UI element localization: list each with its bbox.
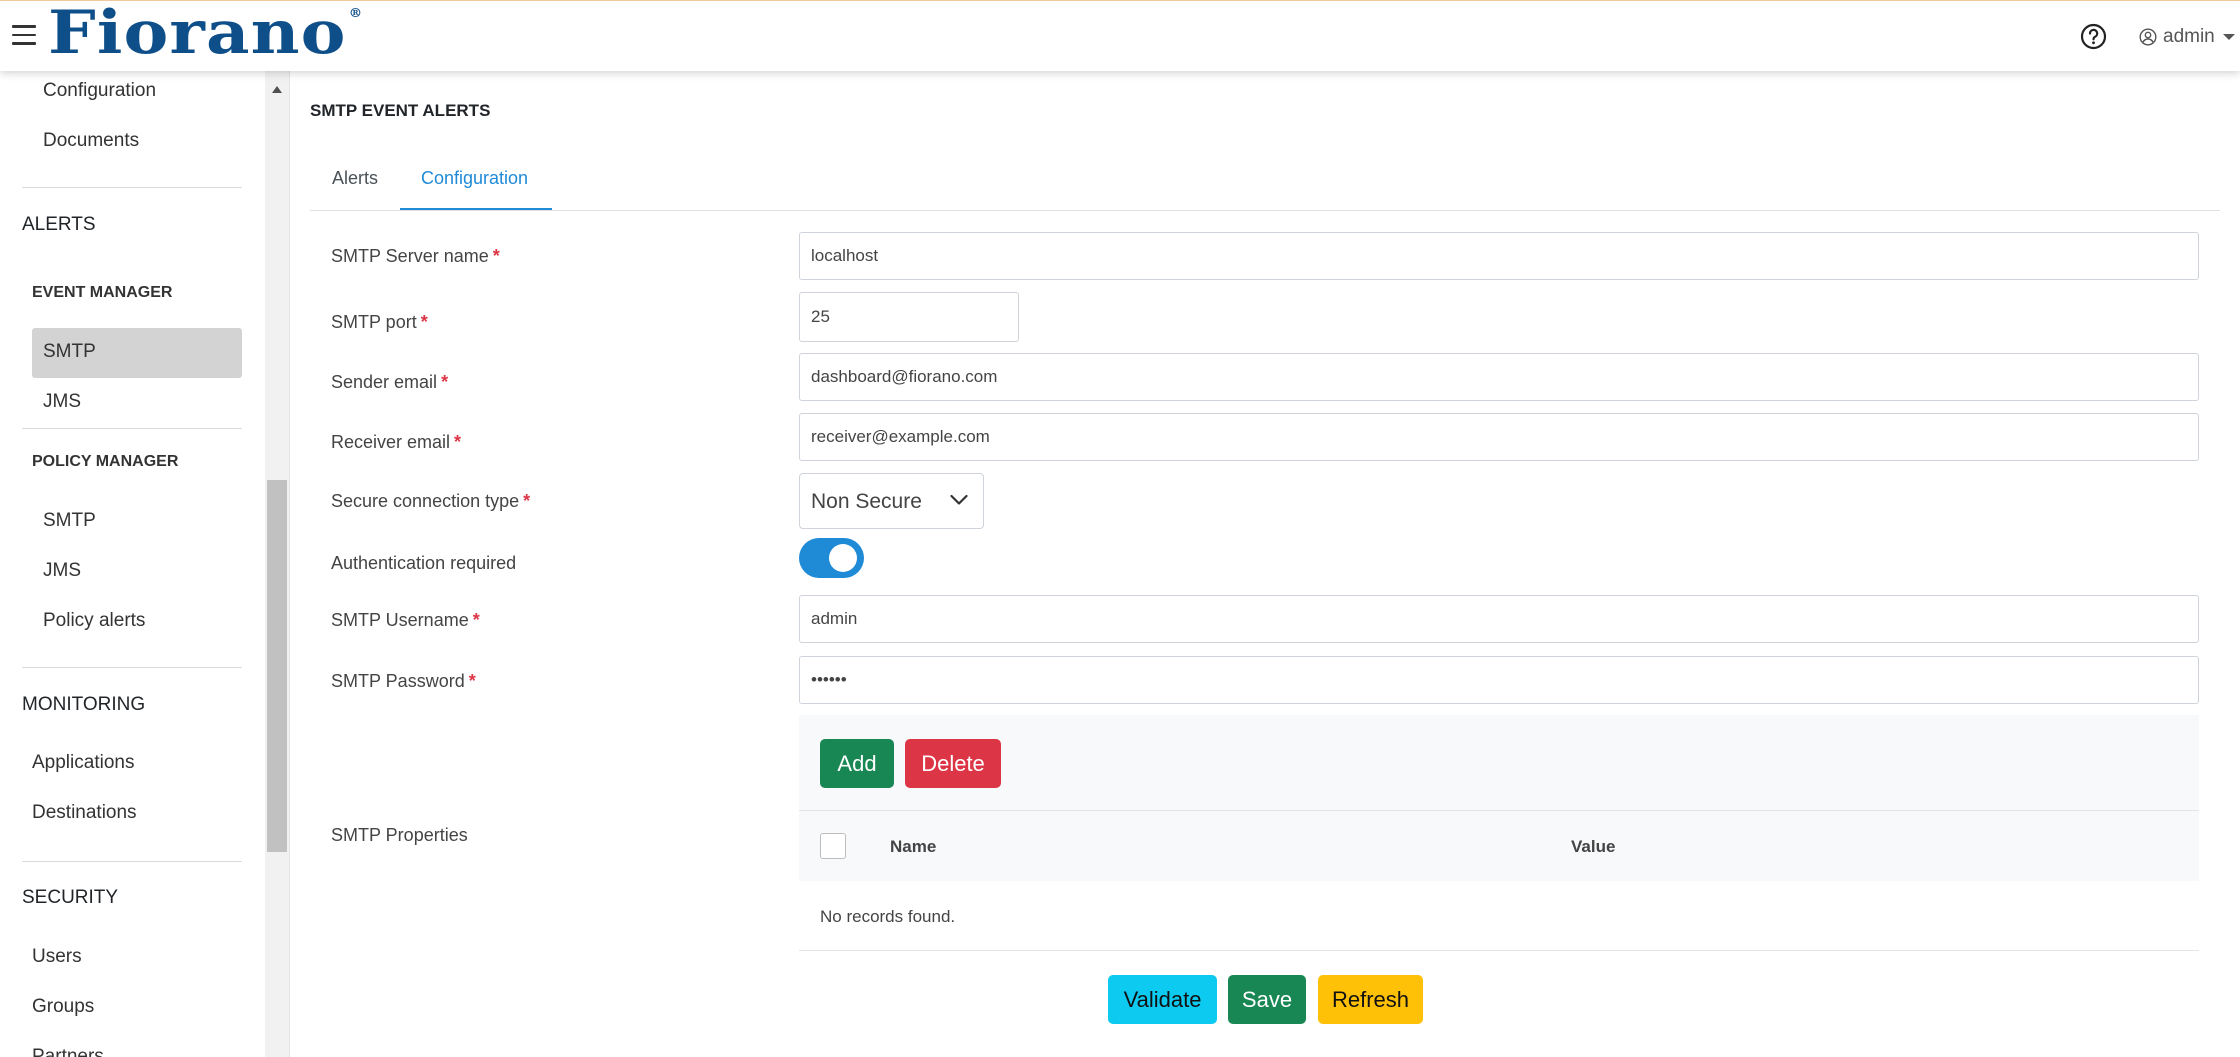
properties-table-header: Name Value — [799, 811, 2199, 881]
sidebar-item-event-jms[interactable]: JMS — [43, 391, 81, 413]
sidebar-item-documents[interactable]: Documents — [43, 130, 139, 152]
sidebar-item-policy-jms[interactable]: JMS — [43, 560, 81, 582]
password-input[interactable] — [799, 656, 2199, 704]
tab-configuration[interactable]: Configuration — [421, 168, 528, 189]
logo[interactable]: Fiorano ® — [48, 3, 362, 63]
properties-toolbar: Add Delete — [799, 715, 2199, 811]
secure-connection-value: Non Secure — [811, 490, 922, 513]
column-name-header[interactable]: Name — [890, 837, 936, 857]
sidebar-item-groups[interactable]: Groups — [32, 996, 94, 1018]
user-circle-icon — [2139, 28, 2157, 46]
user-name: admin — [2163, 26, 2215, 47]
receiver-email-label: Receiver email * — [331, 432, 462, 452]
empty-table-message: No records found. — [820, 907, 956, 926]
username-input[interactable] — [799, 595, 2199, 643]
sidebar-item-partners[interactable]: Partners — [32, 1046, 104, 1057]
scrollbar-thumb[interactable] — [267, 480, 287, 852]
sidebar: Configuration Documents ALERTS EVENT MAN… — [0, 70, 265, 1057]
sidebar-heading-security[interactable]: SECURITY — [22, 887, 118, 909]
column-value-header[interactable]: Value — [1571, 837, 1615, 857]
sidebar-subheading-policy-manager: POLICY MANAGER — [32, 453, 179, 470]
sidebar-item-configuration[interactable]: Configuration — [43, 80, 156, 102]
username-label: SMTP Username * — [331, 610, 480, 630]
hamburger-icon[interactable] — [12, 25, 36, 45]
sidebar-divider — [22, 187, 242, 188]
refresh-button[interactable]: Refresh — [1318, 975, 1423, 1024]
top-bar: Fiorano ® admin — [0, 0, 2240, 71]
secure-connection-label: Secure connection type * — [331, 491, 531, 511]
table-divider — [799, 950, 2199, 951]
user-menu[interactable]: admin — [2139, 25, 2235, 49]
active-tab-indicator — [400, 208, 552, 210]
scroll-up-arrow-icon[interactable] — [272, 86, 282, 93]
page-title: SMTP EVENT ALERTS — [310, 101, 491, 120]
auth-required-label: Authentication required — [331, 553, 517, 573]
sidebar-item-event-smtp[interactable]: SMTP — [43, 341, 96, 363]
port-input[interactable] — [799, 292, 1019, 342]
sidebar-subheading-event-manager: EVENT MANAGER — [32, 284, 173, 301]
receiver-email-input[interactable] — [799, 413, 2199, 461]
secure-connection-select[interactable]: Non Secure — [799, 473, 984, 529]
server-name-input[interactable] — [799, 232, 2199, 280]
smtp-properties-label: SMTP Properties — [331, 825, 468, 845]
sidebar-item-policy-smtp[interactable]: SMTP — [43, 510, 96, 532]
smtp-properties-panel: Add Delete Name Value No records found. — [799, 715, 2199, 951]
auth-required-toggle[interactable] — [799, 538, 864, 578]
help-circle-icon[interactable] — [2080, 23, 2107, 50]
delete-property-button[interactable]: Delete — [905, 739, 1001, 788]
tab-alerts[interactable]: Alerts — [332, 168, 378, 189]
sender-email-label: Sender email * — [331, 372, 449, 392]
sidebar-item-users[interactable]: Users — [32, 946, 82, 968]
add-property-button[interactable]: Add — [820, 739, 894, 788]
chevron-down-icon — [2222, 34, 2235, 40]
sidebar-heading-alerts[interactable]: ALERTS — [22, 214, 96, 236]
sidebar-divider — [22, 861, 242, 862]
sidebar-item-applications[interactable]: Applications — [32, 752, 134, 774]
toggle-knob — [829, 544, 857, 572]
sidebar-item-policy-alerts[interactable]: Policy alerts — [43, 610, 145, 632]
sidebar-heading-monitoring[interactable]: MONITORING — [22, 694, 145, 716]
save-button[interactable]: Save — [1228, 975, 1306, 1024]
select-all-checkbox[interactable] — [820, 833, 846, 859]
validate-button[interactable]: Validate — [1108, 975, 1217, 1024]
sidebar-scrollbar[interactable] — [265, 70, 290, 1057]
sidebar-divider — [22, 667, 242, 668]
tab-bar: Alerts Configuration — [310, 150, 2220, 211]
password-label: SMTP Password * — [331, 671, 476, 691]
chevron-down-icon — [950, 494, 968, 505]
sender-email-input[interactable] — [799, 353, 2199, 401]
sidebar-item-destinations[interactable]: Destinations — [32, 802, 137, 824]
port-label: SMTP port * — [331, 312, 428, 332]
server-name-label: SMTP Server name * — [331, 246, 500, 266]
sidebar-divider — [22, 428, 242, 429]
